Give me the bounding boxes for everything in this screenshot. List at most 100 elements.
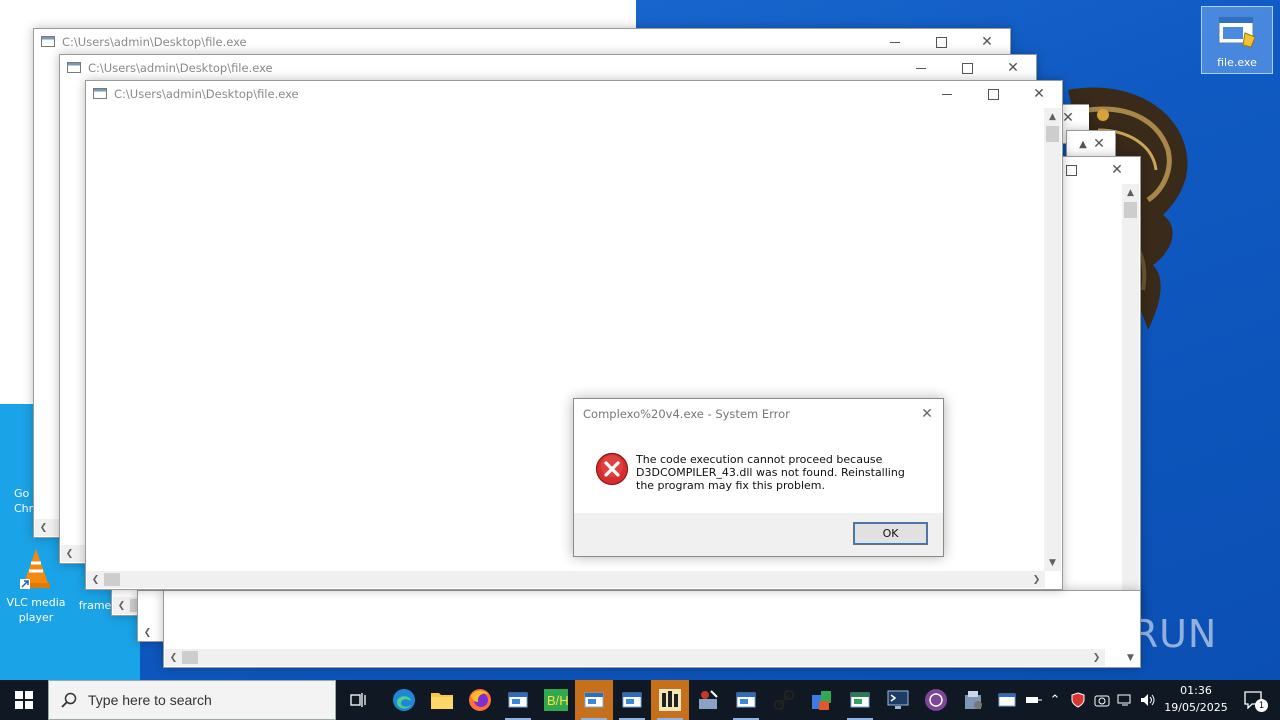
installer-icon — [965, 691, 982, 709]
minimize-button[interactable] — [872, 29, 918, 55]
taskbar: Type here to search B/H ⌃ 01:36 19/05/20… — [0, 680, 1280, 720]
executable-icon — [1218, 16, 1256, 48]
console-app-icon — [93, 88, 107, 99]
folder-icon — [431, 693, 453, 709]
window-icon — [736, 692, 756, 708]
scroll-left-arrow[interactable]: ❮ — [35, 519, 52, 536]
svg-text:B/H: B/H — [547, 693, 568, 708]
taskbar-bh-app[interactable]: B/H — [537, 680, 575, 720]
horizontal-scrollbar[interactable]: ❮ ❯ — [87, 571, 1045, 588]
close-button[interactable]: ✕ — [1094, 157, 1140, 183]
tray-security-icon[interactable] — [1066, 680, 1090, 720]
taskbar-firefox[interactable] — [461, 680, 499, 720]
console-app-icon — [67, 62, 81, 73]
window-titlebar[interactable]: C:\Users\admin\Desktop\file.exe ✕ — [60, 55, 1036, 81]
window-icon — [998, 693, 1016, 707]
scroll-thumb[interactable] — [104, 573, 120, 586]
bh-app-icon: B/H — [544, 689, 568, 711]
window-icon — [622, 692, 642, 708]
window-icon — [850, 692, 870, 708]
taskbar-office[interactable] — [803, 680, 841, 720]
close-button[interactable]: ✕ — [964, 29, 1010, 55]
minimize-button[interactable] — [924, 81, 970, 107]
window-titlebar[interactable]: C:\Users\admin\Desktop\file.exe ✕ — [34, 29, 1010, 55]
scroll-left-arrow[interactable]: ❮ — [87, 571, 104, 588]
maximize-button[interactable] — [918, 29, 964, 55]
tray-network-icon[interactable] — [1114, 680, 1136, 720]
taskbar-installer[interactable] — [955, 680, 993, 720]
office-icon — [812, 691, 831, 710]
dialog-footer: OK — [574, 513, 943, 556]
scroll-left-arrow[interactable]: ❮ — [61, 545, 78, 562]
minimize-button[interactable] — [898, 55, 944, 81]
scroll-thumb[interactable] — [1046, 126, 1059, 142]
app-grid-icon — [659, 689, 681, 711]
console-app-icon — [41, 36, 55, 47]
scroll-up-arrow[interactable]: ▲ — [1122, 184, 1139, 201]
dialog-title: Complexo%20v4.exe - System Error — [583, 407, 790, 421]
link-icon — [774, 690, 794, 710]
taskbar-tor[interactable] — [917, 680, 955, 720]
taskbar-console-window[interactable] — [727, 680, 765, 720]
scroll-down-arrow[interactable]: ▼ — [1044, 554, 1061, 571]
taskbar-clock[interactable]: 01:36 19/05/2025 — [1160, 682, 1232, 716]
show-hidden-icons-button[interactable]: ⌃ — [1045, 680, 1065, 720]
taskbar-link-tool[interactable] — [765, 680, 803, 720]
horizontal-scrollbar[interactable]: ❮ ❯ — [165, 649, 1105, 666]
edge-icon — [393, 689, 415, 711]
scroll-thumb[interactable] — [182, 651, 198, 664]
network-icon — [1117, 694, 1131, 706]
ok-button[interactable]: OK — [853, 522, 928, 545]
taskbar-terminal[interactable] — [879, 680, 917, 720]
tray-network-drive-icon[interactable] — [1022, 680, 1046, 720]
taskbar-window[interactable] — [841, 680, 879, 720]
start-button[interactable] — [0, 680, 48, 720]
scroll-left-arrow[interactable]: ❮ — [113, 597, 130, 614]
scroll-up-arrow[interactable]: ▲ — [1044, 108, 1061, 125]
close-icon[interactable]: ✕ — [1087, 131, 1111, 157]
window-title: C:\Users\admin\Desktop\file.exe — [62, 35, 247, 49]
task-view-icon — [350, 693, 366, 707]
console-window[interactable]: ❮ ❯ ▼ — [163, 590, 1141, 668]
taskbar-search-box[interactable]: Type here to search — [48, 680, 336, 720]
window-titlebar[interactable]: C:\Users\admin\Desktop\file.exe ✕ — [86, 81, 1062, 107]
window-title: C:\Users\admin\Desktop\file.exe — [114, 87, 299, 101]
tor-icon — [925, 689, 947, 711]
scroll-left-arrow[interactable]: ❮ — [165, 649, 182, 666]
error-icon — [595, 452, 629, 486]
notification-center-button[interactable]: 1 — [1236, 680, 1272, 720]
scroll-thumb[interactable] — [1124, 202, 1137, 218]
dialog-close-button[interactable]: ✕ — [916, 403, 938, 425]
dialog-message: The code execution cannot proceed becaus… — [636, 453, 905, 492]
vertical-scrollbar[interactable]: ▲ — [1122, 184, 1139, 614]
window-icon — [584, 692, 604, 708]
maximize-button[interactable] — [970, 81, 1016, 107]
taskbar-file-explorer[interactable] — [423, 680, 461, 720]
taskbar-network-tool[interactable] — [689, 680, 727, 720]
scroll-down-arrow[interactable]: ▼ — [1122, 649, 1139, 666]
network-drive-icon — [1026, 697, 1042, 703]
taskbar-console-window[interactable] — [613, 680, 651, 720]
taskbar-app-grid[interactable] — [651, 680, 689, 720]
tray-window-icon[interactable] — [995, 680, 1019, 720]
task-view-button[interactable] — [340, 680, 378, 720]
desktop-icon-file-exe[interactable]: file.exe — [1201, 6, 1273, 74]
tray-volume-icon[interactable] — [1137, 680, 1159, 720]
tray-camera-icon[interactable] — [1091, 680, 1113, 720]
taskbar-console-window[interactable] — [499, 680, 537, 720]
taskbar-edge[interactable] — [385, 680, 423, 720]
close-button[interactable]: ✕ — [1016, 81, 1062, 107]
maximize-button[interactable] — [944, 55, 990, 81]
shield-icon — [1071, 692, 1085, 708]
scroll-right-arrow[interactable]: ❯ — [1088, 649, 1105, 666]
scroll-right-arrow[interactable]: ❯ — [1028, 571, 1045, 588]
desktop-icon-label: file.exe — [1217, 56, 1257, 69]
vertical-scrollbar[interactable]: ▲ ▼ — [1044, 108, 1061, 571]
firefox-icon — [469, 689, 491, 711]
taskbar-console-window[interactable] — [575, 680, 613, 720]
notification-badge: 1 — [1255, 699, 1268, 712]
close-button[interactable]: ✕ — [990, 55, 1036, 81]
clock-date: 19/05/2025 — [1164, 701, 1228, 714]
scroll-left-arrow[interactable]: ❮ — [139, 624, 156, 641]
system-error-dialog[interactable]: Complexo%20v4.exe - System Error ✕ The c… — [573, 398, 944, 557]
